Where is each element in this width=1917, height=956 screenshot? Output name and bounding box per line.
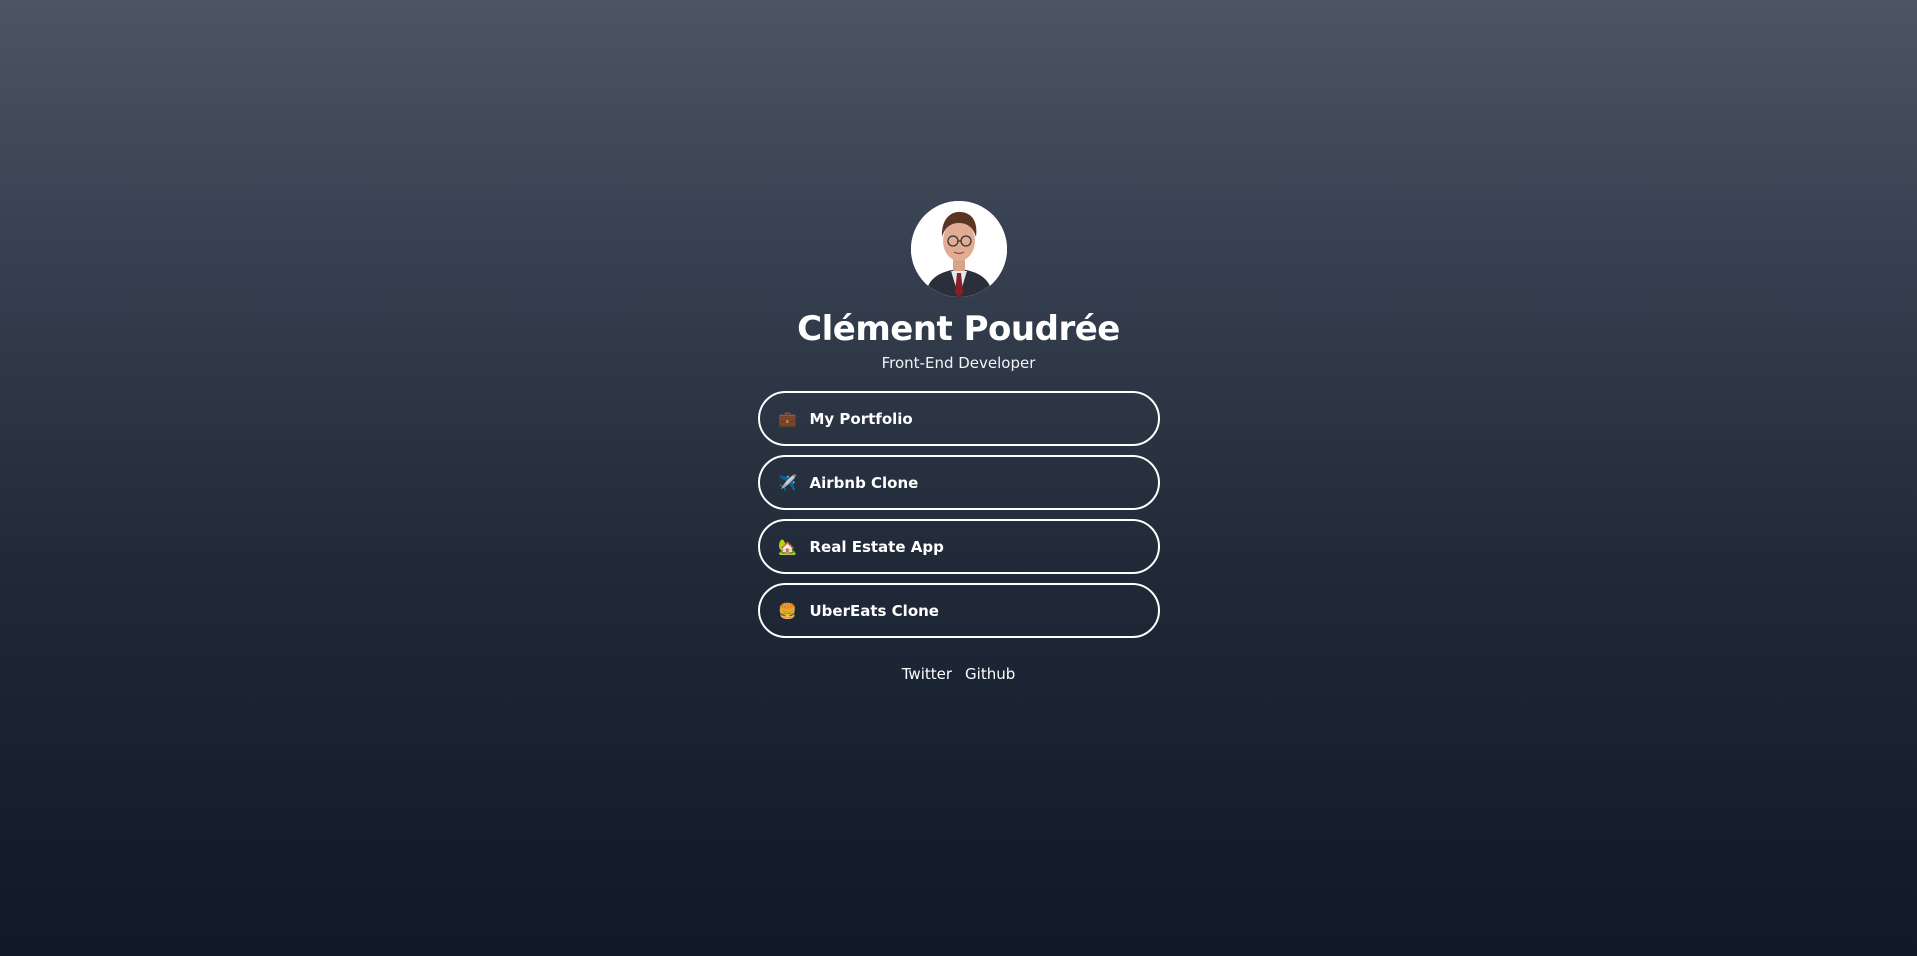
briefcase-icon: 💼: [778, 409, 797, 428]
link-button-ubereats-clone[interactable]: 🍔 UberEats Clone: [757, 583, 1160, 638]
link-label: UberEats Clone: [809, 601, 940, 620]
link-label: Real Estate App: [809, 537, 944, 556]
link-button-real-estate-app[interactable]: 🏡 Real Estate App: [757, 519, 1160, 574]
profile-card: Clément Poudrée Front-End Developer 💼 My…: [0, 201, 1917, 683]
avatar: [910, 201, 1007, 297]
airplane-icon: ✈️: [778, 473, 797, 492]
link-label: Airbnb Clone: [809, 473, 919, 492]
profile-role: Front-End Developer: [881, 354, 1036, 372]
link-label: My Portfolio: [809, 409, 913, 428]
avatar-image: [910, 201, 1007, 297]
github-link[interactable]: Github: [965, 665, 1015, 683]
link-button-airbnb-clone[interactable]: ✈️ Airbnb Clone: [757, 455, 1160, 510]
link-button-portfolio[interactable]: 💼 My Portfolio: [757, 391, 1160, 446]
link-list: 💼 My Portfolio ✈️ Airbnb Clone 🏡 Real Es…: [757, 391, 1160, 638]
burger-icon: 🍔: [778, 601, 797, 620]
profile-name: Clément Poudrée: [797, 309, 1120, 349]
house-icon: 🏡: [778, 537, 797, 556]
social-links: Twitter Github: [902, 665, 1016, 683]
twitter-link[interactable]: Twitter: [902, 665, 952, 683]
